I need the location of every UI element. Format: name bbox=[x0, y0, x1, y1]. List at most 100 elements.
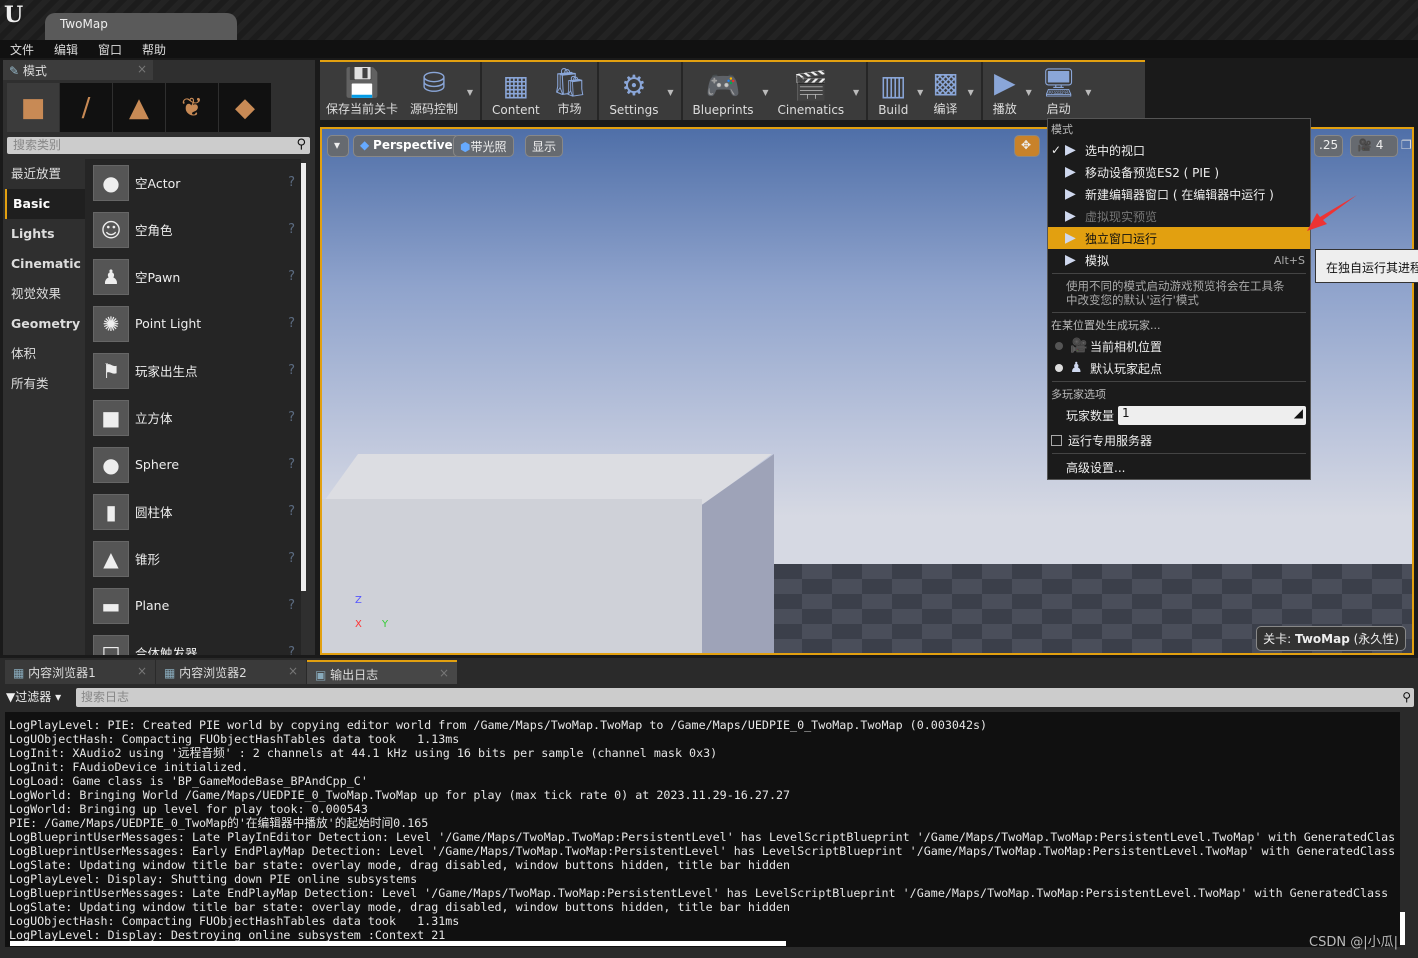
chevron-down-icon[interactable]: ▼ bbox=[667, 88, 673, 97]
spawn-camera-location[interactable]: 🎥 当前相机位置 bbox=[1048, 335, 1310, 357]
spawn-default-player-start[interactable]: ♟ 默认玩家起点 bbox=[1048, 357, 1310, 379]
log-vertical-scrollbar[interactable] bbox=[1400, 912, 1405, 945]
dedicated-server-row[interactable]: 运行专用服务器 bbox=[1048, 429, 1310, 451]
place-item[interactable]: ☺ 空角色? bbox=[85, 206, 301, 253]
landscape-mode-icon[interactable]: ▲ bbox=[113, 83, 165, 132]
place-item[interactable]: ▲ 锥形? bbox=[85, 535, 301, 582]
toolbar-button-content[interactable]: ▦ Content bbox=[486, 62, 546, 120]
toolbar-button-marketplace[interactable]: 🛍 市场 bbox=[546, 62, 594, 120]
menu-item[interactable]: 文件 bbox=[0, 40, 44, 58]
toolbar-button-cinematics[interactable]: 🎬 Cinematics ▼ bbox=[772, 62, 860, 120]
bottom-tab[interactable]: ▦ 内容浏览器2 × bbox=[156, 660, 306, 684]
toolbar-button-play[interactable]: ▶ 播放 ▼ bbox=[987, 62, 1032, 120]
place-item[interactable]: ● 空Actor? bbox=[85, 159, 301, 206]
play-mode-option[interactable]: ▶ 新建编辑器窗口 ( 在编辑器中运行 ) bbox=[1048, 183, 1310, 205]
category-item[interactable]: 最近放置 bbox=[5, 159, 85, 189]
chevron-down-icon[interactable]: ▼ bbox=[762, 88, 768, 97]
play-mode-option[interactable]: ▶ 模拟 Alt+S bbox=[1048, 249, 1310, 271]
filter-button[interactable]: ▼过滤器 ▾ bbox=[6, 688, 61, 705]
place-item[interactable]: ● Sphere? bbox=[85, 441, 301, 488]
toolbar-button-settings[interactable]: ⚙ Settings ▼ bbox=[603, 62, 673, 120]
category-item[interactable]: 所有类 bbox=[5, 369, 85, 399]
chevron-down-icon[interactable]: ▼ bbox=[853, 88, 859, 97]
help-icon[interactable]: ? bbox=[288, 504, 295, 519]
maximize-icon[interactable]: ❐ bbox=[1401, 138, 1412, 152]
help-icon[interactable]: ? bbox=[288, 269, 295, 284]
bottom-tab[interactable]: ▣ 输出日志 × bbox=[307, 660, 457, 684]
close-icon[interactable]: × bbox=[439, 666, 449, 680]
place-item[interactable]: ▮ 圆柱体? bbox=[85, 488, 301, 535]
help-icon[interactable]: ? bbox=[288, 645, 295, 655]
close-icon[interactable]: × bbox=[137, 664, 147, 678]
help-icon[interactable]: ? bbox=[288, 457, 295, 472]
menu-item[interactable]: 帮助 bbox=[132, 40, 176, 58]
modes-tab[interactable]: ✎ 模式 × bbox=[3, 60, 153, 80]
menu-item[interactable]: 窗口 bbox=[88, 40, 132, 58]
radio-button[interactable] bbox=[1055, 364, 1063, 372]
output-log[interactable]: LogPlayLevel: PIE: Created PIE world by … bbox=[5, 712, 1400, 947]
chevron-down-icon[interactable]: ▼ bbox=[467, 88, 473, 97]
help-icon[interactable]: ? bbox=[288, 175, 295, 190]
camera-speed-button[interactable]: 🎥 4 bbox=[1350, 135, 1398, 157]
play-mode-option[interactable]: ▶ 移动设备预览ES2 ( PIE ) bbox=[1048, 161, 1310, 183]
bottom-tab[interactable]: ▦ 内容浏览器1 × bbox=[5, 660, 155, 684]
chevron-down-icon[interactable]: ▼ bbox=[1085, 88, 1091, 97]
help-icon[interactable]: ? bbox=[288, 410, 295, 425]
place-item[interactable]: ✺ Point Light? bbox=[85, 300, 301, 347]
show-button[interactable]: 显示 bbox=[525, 135, 564, 157]
help-icon[interactable]: ? bbox=[288, 316, 295, 331]
category-item[interactable]: Lights bbox=[5, 219, 85, 249]
category-item[interactable]: Geometry bbox=[5, 309, 85, 339]
advanced-settings-item[interactable]: 高级设置... bbox=[1048, 456, 1310, 478]
lighting-button[interactable]: ⬢带光照 bbox=[453, 135, 514, 157]
paint-mode-icon[interactable]: / bbox=[60, 83, 112, 132]
category-item[interactable]: 体积 bbox=[5, 339, 85, 369]
chevron-down-icon[interactable]: ▼ bbox=[1026, 88, 1032, 97]
category-item[interactable]: Cinematic bbox=[5, 249, 85, 279]
place-item[interactable]: ♟ 空Pawn? bbox=[85, 253, 301, 300]
help-icon[interactable]: ? bbox=[288, 551, 295, 566]
close-icon[interactable]: × bbox=[137, 62, 147, 76]
snap-button[interactable]: .25 bbox=[1314, 135, 1344, 157]
toolbar-button-compile[interactable]: ▩ 编译 ▼ bbox=[926, 62, 973, 120]
menu-item[interactable]: 编辑 bbox=[44, 40, 88, 58]
play-mode-option[interactable]: ✓ ▶ 选中的视口 bbox=[1048, 139, 1310, 161]
foliage-mode-icon[interactable]: ❦ bbox=[166, 83, 218, 132]
log-search-input[interactable]: 搜索日志 ⚲ bbox=[76, 688, 1414, 707]
geometry-mode-icon[interactable]: ◆ bbox=[219, 83, 271, 132]
search-icon[interactable]: ⚲ bbox=[296, 136, 306, 153]
place-item[interactable]: ▬ Plane? bbox=[85, 582, 301, 629]
toolbar-button-launch[interactable]: 🖥 启动 ▼ bbox=[1035, 62, 1092, 120]
chevron-down-icon[interactable]: ▼ bbox=[968, 88, 974, 97]
toolbar-button-build[interactable]: ▥ Build ▼ bbox=[872, 62, 923, 120]
perspective-button[interactable]: ◆ Perspective bbox=[353, 135, 460, 157]
chevron-down-icon[interactable]: ▼ bbox=[917, 88, 923, 97]
place-item[interactable]: ⚑ 玩家出生点? bbox=[85, 347, 301, 394]
help-icon[interactable]: ? bbox=[288, 363, 295, 378]
toolbar-button-blueprints[interactable]: 🎮 Blueprints ▼ bbox=[687, 62, 769, 120]
log-horizontal-scrollbar[interactable] bbox=[10, 941, 786, 946]
help-icon[interactable]: ? bbox=[288, 598, 295, 613]
place-mode-icon[interactable]: ■ bbox=[7, 83, 59, 132]
category-item[interactable]: Basic bbox=[5, 189, 85, 219]
toolbar-button-save[interactable]: 💾 保存当前关卡 bbox=[320, 62, 404, 120]
radio-button[interactable] bbox=[1055, 342, 1063, 350]
chevron-down-icon: ▾ bbox=[334, 138, 341, 152]
place-item[interactable]: ■ 立方体? bbox=[85, 394, 301, 441]
spinner-icon[interactable]: ◢ bbox=[1294, 406, 1303, 420]
list-scrollbar[interactable] bbox=[301, 163, 306, 591]
close-icon[interactable]: × bbox=[288, 664, 298, 678]
document-tab[interactable]: TwoMap bbox=[45, 13, 237, 40]
category-item[interactable]: 视觉效果 bbox=[5, 279, 85, 309]
search-categories-input[interactable]: 搜索类别 ⚲ bbox=[7, 137, 310, 154]
menu-bar: 文件 编辑 窗口 帮助 bbox=[0, 40, 1418, 58]
search-icon[interactable]: ⚲ bbox=[1402, 688, 1411, 707]
players-count-input[interactable]: 1 ◢ bbox=[1118, 405, 1307, 425]
transform-button[interactable]: ✥ bbox=[1014, 135, 1040, 157]
place-item[interactable]: □ 合体触发器? bbox=[85, 629, 301, 655]
help-icon[interactable]: ? bbox=[288, 222, 295, 237]
play-mode-option[interactable]: ▶ 独立窗口运行 bbox=[1048, 227, 1310, 249]
checkbox[interactable] bbox=[1051, 434, 1062, 446]
toolbar-button-source-control[interactable]: ⛁ 源码控制 ▼ bbox=[404, 62, 473, 120]
viewport-options-button[interactable]: ▾ bbox=[327, 135, 349, 157]
